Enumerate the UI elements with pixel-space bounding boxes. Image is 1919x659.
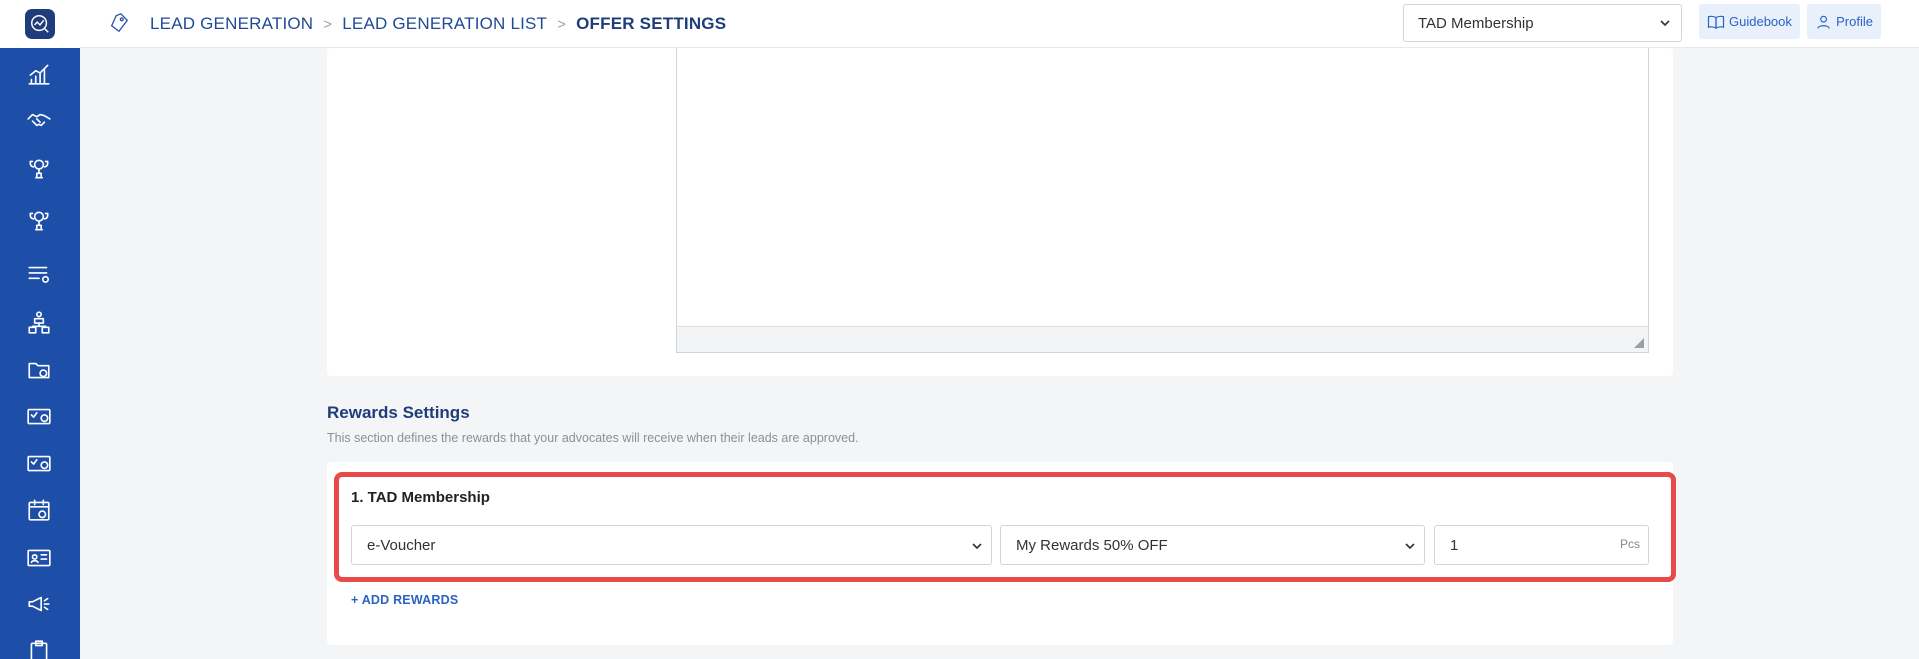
list-settings-icon[interactable] bbox=[25, 260, 53, 288]
rewards-section-description: This section defines the rewards that yo… bbox=[327, 431, 859, 445]
breadcrumb: LEAD GENERATION > LEAD GENERATION LIST >… bbox=[150, 12, 726, 36]
membership-select[interactable]: TAD Membership bbox=[1403, 4, 1682, 42]
card-settings-alt-icon[interactable] bbox=[25, 449, 53, 477]
profile-button[interactable]: Profile bbox=[1807, 4, 1881, 39]
sidebar bbox=[0, 0, 80, 659]
book-icon bbox=[1707, 15, 1725, 29]
chevron-down-icon bbox=[1660, 20, 1670, 27]
reward-value: My Rewards 50% OFF bbox=[1016, 536, 1168, 554]
resize-handle-icon[interactable] bbox=[1634, 338, 1644, 348]
breadcrumb-lead-generation-list[interactable]: LEAD GENERATION LIST bbox=[342, 14, 547, 34]
user-icon bbox=[1817, 15, 1830, 29]
breadcrumb-separator: > bbox=[323, 15, 333, 33]
reward-quantity-value: 1 bbox=[1450, 536, 1459, 554]
editor-status-bar bbox=[677, 326, 1648, 352]
chevron-down-icon bbox=[972, 543, 982, 550]
reward-select[interactable]: My Rewards 50% OFF bbox=[1000, 525, 1425, 565]
reward-type-value: e-Voucher bbox=[367, 536, 436, 554]
breadcrumb-offer-settings: OFFER SETTINGS bbox=[576, 14, 727, 33]
card-settings-icon[interactable] bbox=[25, 402, 53, 430]
breadcrumb-separator: > bbox=[557, 15, 567, 33]
reward-quantity-input[interactable]: 1 Pcs bbox=[1434, 525, 1649, 565]
chevron-down-icon bbox=[1405, 543, 1415, 550]
folder-settings-icon[interactable] bbox=[25, 356, 53, 384]
clipboard-icon[interactable] bbox=[25, 638, 53, 659]
megaphone-icon[interactable] bbox=[25, 590, 53, 618]
quantity-unit-label: Pcs bbox=[1619, 537, 1640, 551]
description-editor[interactable] bbox=[676, 48, 1649, 353]
guidebook-label: Guidebook bbox=[1729, 14, 1792, 29]
add-rewards-button[interactable]: + ADD REWARDS bbox=[351, 593, 458, 607]
id-card-icon[interactable] bbox=[25, 544, 53, 572]
logo-area[interactable] bbox=[0, 0, 80, 48]
tag-icon bbox=[108, 12, 130, 34]
rewards-section-title: Rewards Settings bbox=[327, 403, 470, 422]
trophy-alt-icon[interactable] bbox=[25, 207, 53, 235]
hierarchy-icon[interactable] bbox=[25, 309, 53, 337]
app-logo-icon bbox=[25, 9, 55, 39]
membership-select-value: TAD Membership bbox=[1418, 14, 1534, 32]
guidebook-button[interactable]: Guidebook bbox=[1699, 4, 1800, 39]
calendar-settings-icon[interactable] bbox=[25, 496, 53, 524]
analytics-icon[interactable] bbox=[25, 60, 53, 88]
handshake-icon[interactable] bbox=[25, 106, 53, 134]
profile-label: Profile bbox=[1836, 14, 1873, 29]
trophy-icon[interactable] bbox=[25, 155, 53, 183]
breadcrumb-lead-generation[interactable]: LEAD GENERATION bbox=[150, 14, 313, 34]
reward-type-select[interactable]: e-Voucher bbox=[351, 525, 992, 565]
reward-item-title: 1. TAD Membership bbox=[351, 489, 490, 506]
